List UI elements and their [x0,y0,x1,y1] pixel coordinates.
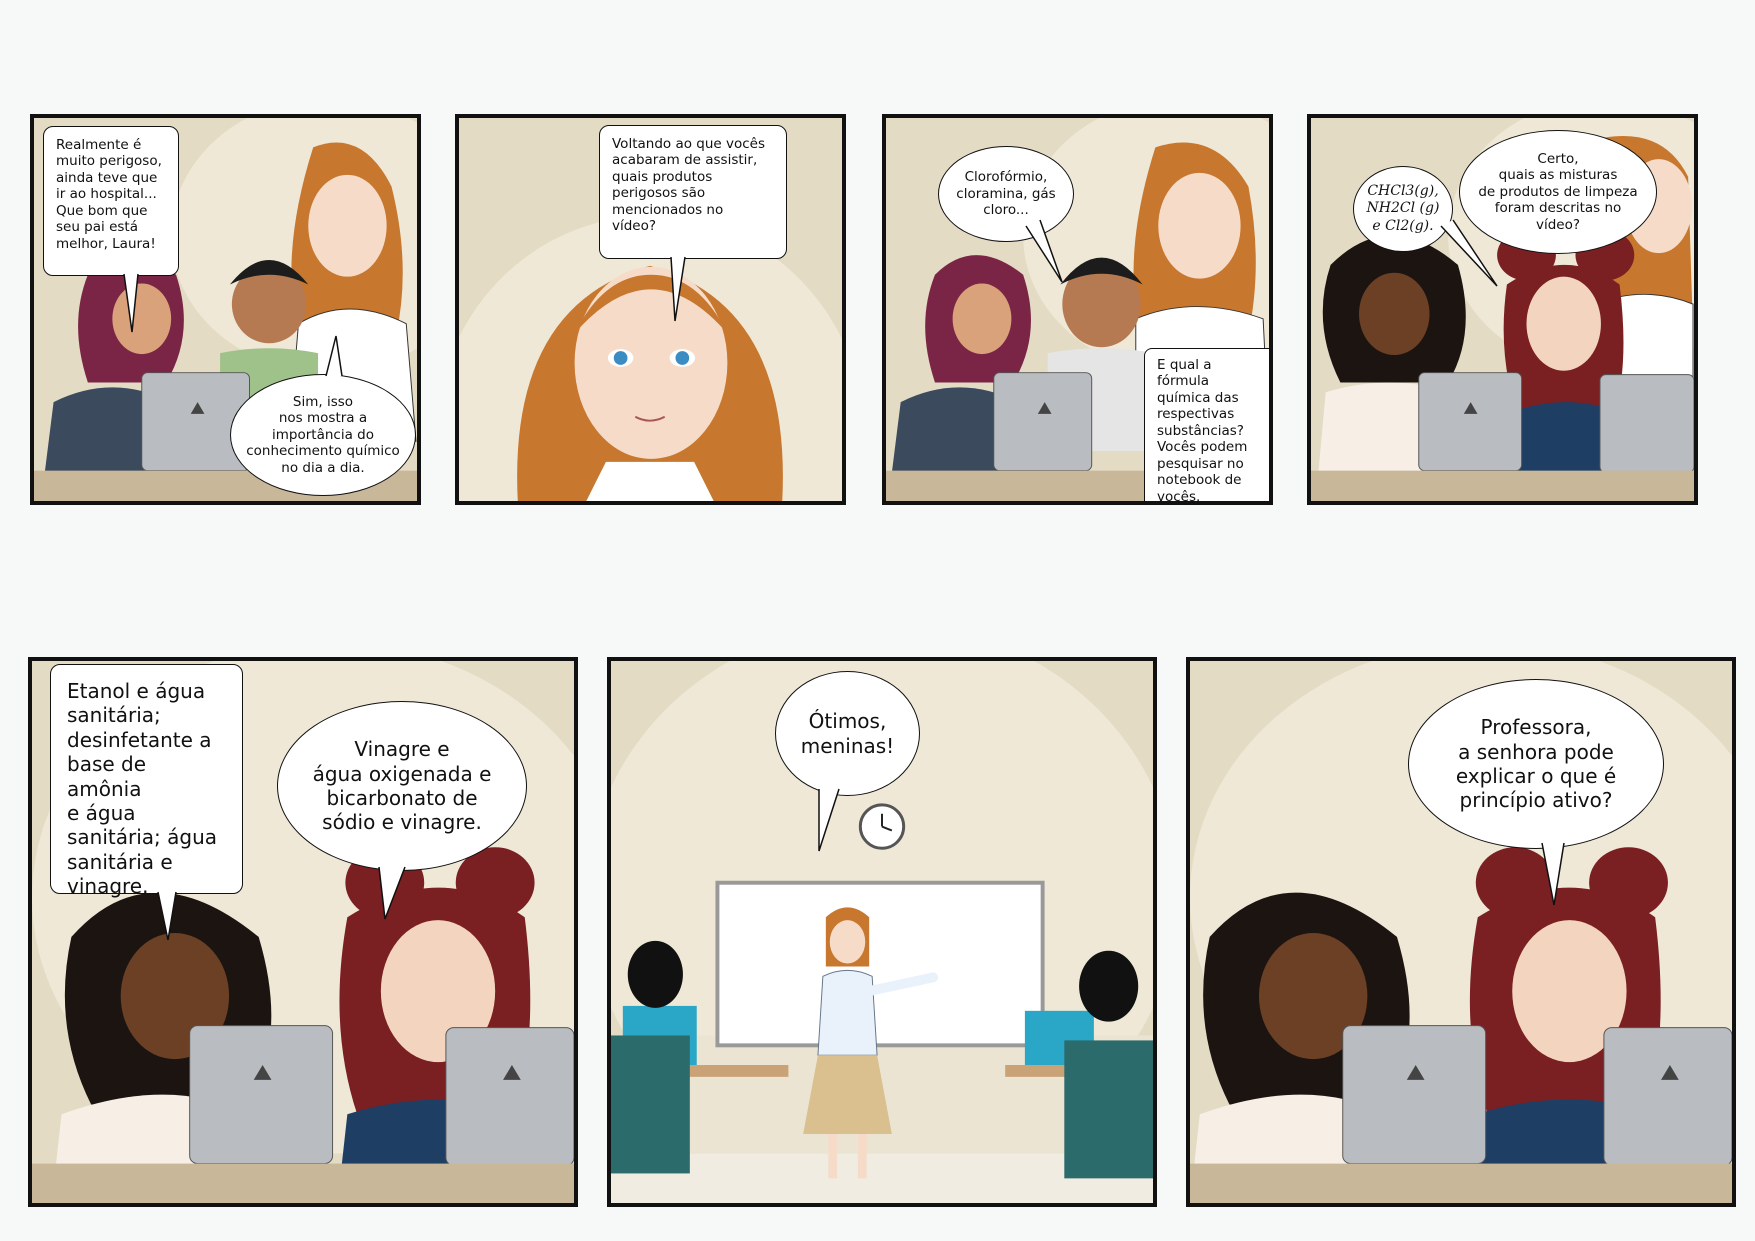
bubble-text: Certo, quais as misturas de produtos de … [1478,150,1638,233]
comic-panel-5: Etanol e água sanitária; desinfetante a … [28,657,578,1207]
comic-panel-6: Ótimos, meninas! [607,657,1157,1207]
comic-panel-1: Realmente é muito perigoso, ainda teve q… [30,114,421,505]
bubble-text: Professora, a senhora pode explicar o qu… [1455,715,1617,813]
bubble-text: CHCl3(g), NH2Cl (g) e Cl2(g). [1366,183,1440,234]
bubble-tail [123,273,139,333]
bubble-text: Sim, isso nos mostra a importância do co… [246,393,400,476]
speech-bubble: Vinagre e água oxigenada e bicarbonato d… [277,701,527,871]
bubble-tail [157,891,177,941]
bubble-text: Ótimos, meninas! [800,709,895,758]
comic-panel-4: CHCl3(g), NH2Cl (g) e Cl2(g). Certo, qua… [1307,114,1698,505]
bubble-tail [325,335,343,377]
bubble-tail [1025,219,1063,283]
speech-bubble: Sim, isso nos mostra a importância do co… [230,374,416,496]
speech-bubble: Certo, quais as misturas de produtos de … [1459,130,1657,254]
speech-bubble: Professora, a senhora pode explicar o qu… [1408,679,1664,849]
bubble-tail [818,788,840,852]
bubble-text: Vinagre e água oxigenada e bicarbonato d… [312,737,492,835]
bubble-text: Etanol e água sanitária; desinfetante a … [67,679,218,899]
speech-bubble: E qual a fórmula química das respectivas… [1144,348,1269,505]
bubble-text: E qual a fórmula química das respectivas… [1157,357,1248,505]
speech-bubble: Etanol e água sanitária; desinfetante a … [50,664,243,898]
comic-panel-7: Professora, a senhora pode explicar o qu… [1186,657,1736,1207]
speech-bubble: CHCl3(g), NH2Cl (g) e Cl2(g). [1353,166,1453,252]
speech-bubble: Ótimos, meninas! [775,671,920,796]
bubble-text: Voltando ao que vocês acabaram de assist… [612,136,765,235]
bubble-text: Clorofórmio, cloramina, gás cloro... [956,169,1056,219]
speech-bubble: Realmente é muito perigoso, ainda teve q… [43,126,179,276]
bubble-tail [1541,842,1565,906]
comic-panel-2: Voltando ao que vocês acabaram de assist… [455,114,846,505]
comic-panel-3: Clorofórmio, cloramina, gás cloro... E q… [882,114,1273,505]
bubble-tail [670,256,686,322]
speech-bubble: Voltando ao que vocês acabaram de assist… [599,125,787,259]
bubble-tail [378,866,406,920]
bubble-text: Realmente é muito perigoso, ainda teve q… [56,137,162,252]
